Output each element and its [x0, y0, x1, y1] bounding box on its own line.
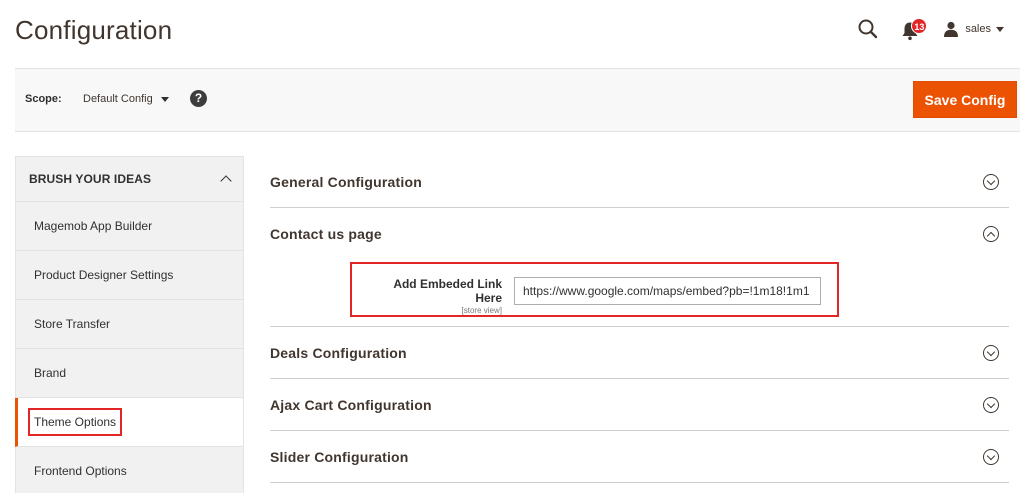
highlight-box: Add Embeded Link Here [store view]: [350, 262, 839, 317]
section-title: Slider Configuration: [270, 448, 409, 465]
field-label-text: Add Embeded Link Here: [393, 277, 502, 305]
user-menu[interactable]: sales: [943, 21, 1004, 37]
scope-value: Default Config: [83, 93, 153, 105]
user-name: sales: [965, 23, 991, 35]
section-toggle[interactable]: Ajax Cart Configuration: [270, 379, 1009, 430]
config-sidebar: BRUSH YOUR IDEAS Magemob App Builder Pro…: [15, 156, 244, 493]
help-icon[interactable]: ?: [190, 90, 207, 107]
config-content: General Configuration Contact us page Ad…: [270, 156, 1009, 483]
chevron-down-icon: [996, 26, 1004, 32]
search-icon[interactable]: [857, 18, 879, 40]
section-ajax-cart-configuration: Ajax Cart Configuration: [270, 379, 1009, 431]
section-slider-configuration: Slider Configuration: [270, 431, 1009, 483]
collapse-icon: [983, 225, 999, 242]
section-deals-configuration: Deals Configuration: [270, 327, 1009, 379]
scope-switcher[interactable]: Default Config: [83, 93, 169, 105]
user-icon: [944, 21, 959, 37]
expand-icon: [983, 344, 999, 361]
page-title: Configuration: [15, 15, 173, 45]
section-toggle[interactable]: Deals Configuration: [270, 327, 1009, 378]
section-toggle[interactable]: General Configuration: [270, 156, 1009, 207]
field-label: Add Embeded Link Here [store view]: [368, 277, 502, 315]
section-title: Ajax Cart Configuration: [270, 396, 432, 413]
scope-label: Scope:: [25, 93, 62, 105]
sidebar-item-label: Theme Options: [28, 408, 123, 436]
sidebar-item-label: Brand: [34, 366, 67, 380]
sidebar-item-label: Frontend Options: [34, 464, 127, 478]
sidebar-item-store-transfer[interactable]: Store Transfer: [15, 300, 244, 349]
expand-icon: [983, 396, 999, 413]
expand-icon: [983, 173, 999, 190]
sidebar-item-label: Store Transfer: [34, 317, 111, 331]
sidebar-item-label: Magemob App Builder: [34, 219, 153, 233]
notifications[interactable]: 13: [901, 17, 928, 41]
sidebar-group-title: BRUSH YOUR IDEAS: [29, 172, 152, 186]
field-row-embed-link: Add Embeded Link Here [store view]: [270, 259, 1009, 326]
section-title: Deals Configuration: [270, 344, 407, 361]
sidebar-item-magemob-app-builder[interactable]: Magemob App Builder: [15, 202, 244, 251]
header-actions: 13 sales: [857, 14, 1004, 44]
field-scope: [store view]: [461, 306, 502, 315]
sidebar-item-label: Product Designer Settings: [34, 268, 174, 282]
save-config-button[interactable]: Save Config: [913, 81, 1017, 118]
sidebar-item-product-designer-settings[interactable]: Product Designer Settings: [15, 251, 244, 300]
sidebar-item-frontend-options[interactable]: Frontend Options: [15, 447, 244, 493]
sidebar-item-theme-options[interactable]: Theme Options: [15, 398, 244, 447]
embed-link-input[interactable]: [514, 277, 821, 305]
chevron-up-icon: [220, 175, 232, 187]
sidebar-group-header[interactable]: BRUSH YOUR IDEAS: [15, 156, 244, 202]
section-contact-us-page: Contact us page Add Embeded Link Here [s…: [270, 208, 1009, 327]
sidebar-item-brand[interactable]: Brand: [15, 349, 244, 398]
expand-icon: [983, 448, 999, 465]
sidebar-list: Magemob App Builder Product Designer Set…: [15, 202, 244, 493]
section-title: General Configuration: [270, 173, 422, 190]
section-general-configuration: General Configuration: [270, 156, 1009, 208]
section-toggle[interactable]: Contact us page: [270, 208, 1009, 259]
chevron-down-icon: [160, 96, 169, 102]
notification-count-badge: 13: [911, 18, 928, 34]
scope-bar: Scope: Default Config ? Save Config: [15, 68, 1020, 132]
section-toggle[interactable]: Slider Configuration: [270, 431, 1009, 482]
section-title: Contact us page: [270, 225, 382, 242]
